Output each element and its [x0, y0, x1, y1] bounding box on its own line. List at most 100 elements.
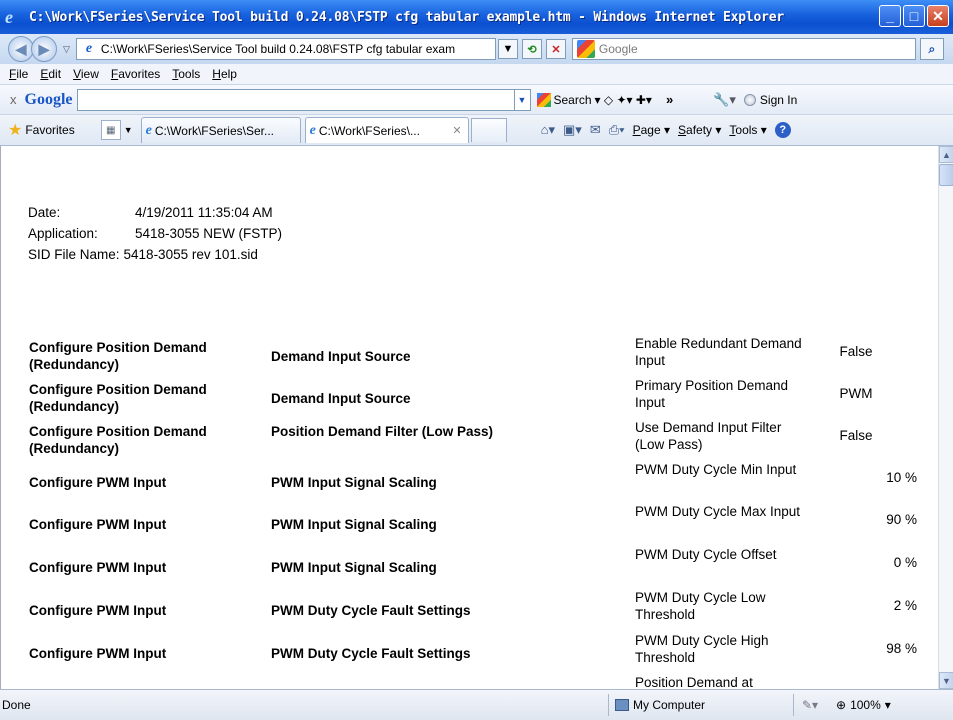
- google-search-input[interactable]: [76, 88, 515, 111]
- group-cell: Configure Position Demand (Redundancy): [29, 340, 207, 372]
- scroll-down-button[interactable]: ▼: [939, 672, 953, 689]
- sign-in-button[interactable]: Sign In: [743, 93, 797, 107]
- param-cell: Use Demand Input Filter (Low Pass): [635, 420, 782, 452]
- menu-file[interactable]: File: [9, 67, 28, 81]
- stop-button[interactable]: ✕: [545, 39, 566, 59]
- group-cell: Configure PWM Input: [29, 559, 167, 575]
- zone-label: My Computer: [633, 698, 706, 712]
- google-toolbar: x Google ▼ Search ▾ ◇ ✦▾ ✚▾ » 🔧▾ Sign In: [0, 85, 953, 115]
- search-placeholder[interactable]: Google: [599, 42, 638, 56]
- favorites-star-icon[interactable]: ★: [8, 120, 22, 140]
- tools-menu[interactable]: Tools ▾: [729, 123, 766, 137]
- table-row: Configure Position Demand (Redundancy) D…: [1, 335, 938, 377]
- address-bar[interactable]: e C:\Work\FSeries\Service Tool build 0.2…: [75, 38, 496, 60]
- address-url[interactable]: C:\Work\FSeries\Service Tool build 0.24.…: [101, 42, 455, 56]
- scroll-up-button[interactable]: ▲: [939, 146, 953, 163]
- application-label: Application:: [28, 226, 98, 241]
- google-toolbar-close[interactable]: x: [10, 92, 17, 107]
- security-zone[interactable]: My Computer: [609, 698, 793, 712]
- table-row: Configure PWM Input PWM Duty Cycle Fault…: [1, 632, 938, 674]
- sid-value: 5418-3055 rev 101.sid: [123, 247, 258, 262]
- param-cell: Primary Position Demand Input: [635, 378, 789, 410]
- menu-tools[interactable]: Tools: [172, 67, 200, 81]
- quick-tabs-button[interactable]: ▦: [100, 120, 121, 140]
- date-value: 4/19/2011 11:35:04 AM: [135, 205, 273, 220]
- date-row: Date: 4/19/2011 11:35:04 AM: [28, 202, 282, 223]
- value-cell: 0 %: [893, 555, 917, 570]
- section-cell: PWM Duty Cycle Fault Settings: [271, 645, 471, 661]
- title-bar: e C:\Work\FSeries\Service Tool build 0.2…: [0, 0, 953, 34]
- value-cell: False: [839, 428, 873, 443]
- google-search-label: Search: [553, 92, 592, 107]
- window-title: C:\Work\FSeries\Service Tool build 0.24.…: [29, 9, 785, 25]
- scroll-thumb[interactable]: [939, 164, 953, 186]
- minimize-button[interactable]: _: [879, 5, 901, 27]
- maximize-button[interactable]: □: [903, 5, 925, 27]
- tab-2-active[interactable]: e C:\Work\FSeries\... ✕: [304, 117, 469, 143]
- safety-menu[interactable]: Safety ▾: [678, 123, 721, 137]
- address-dropdown-button[interactable]: ▼: [497, 39, 518, 59]
- table-row: Configure PWM Input PWM Input Signal Sca…: [1, 503, 938, 546]
- value-cell: False: [839, 344, 873, 359]
- table-row: Configure Position Demand (Redundancy) P…: [1, 419, 938, 461]
- favorites-button[interactable]: Favorites: [25, 123, 74, 137]
- param-cell: PWM Duty Cycle Offset: [635, 547, 777, 562]
- menu-bar: File Edit View Favorites Tools Help: [0, 64, 953, 85]
- tab-close-icon[interactable]: ✕: [452, 124, 461, 137]
- tab-2-label: C:\Work\FSeries\...: [318, 123, 420, 138]
- help-icon[interactable]: ?: [774, 122, 791, 138]
- section-cell: Demand Input Source: [271, 348, 411, 364]
- computer-icon: [615, 699, 629, 711]
- mail-icon[interactable]: ✉: [590, 122, 601, 138]
- google-logo[interactable]: Google: [25, 91, 73, 109]
- param-cell: PWM Duty Cycle High Threshold: [635, 633, 769, 665]
- print-icon[interactable]: ⎙▾: [609, 122, 625, 138]
- page-menu[interactable]: Page ▾: [633, 123, 670, 137]
- tab-1-label: C:\Work\FSeries\Ser...: [154, 123, 274, 138]
- forward-button[interactable]: ▶: [31, 36, 57, 62]
- close-button[interactable]: ✕: [927, 5, 949, 27]
- wrench-icon[interactable]: 🔧▾: [713, 92, 736, 108]
- history-dropdown-icon[interactable]: ▽: [63, 44, 70, 55]
- window-controls: _ □ ✕: [879, 5, 949, 27]
- new-tab-button[interactable]: [470, 118, 507, 142]
- param-cell: Enable Redundant Demand Input: [635, 336, 802, 368]
- page-icon: e: [85, 41, 93, 56]
- ie-logo-icon: e: [5, 7, 13, 27]
- google-search-dropdown[interactable]: ▼: [514, 88, 531, 111]
- menu-help[interactable]: Help: [212, 67, 237, 81]
- value-cell: 98 %: [886, 641, 917, 656]
- tab-list-dropdown[interactable]: ▼: [124, 125, 133, 135]
- menu-edit[interactable]: Edit: [40, 67, 61, 81]
- group-cell: Configure PWM Input: [29, 645, 167, 661]
- menu-favorites[interactable]: Favorites: [111, 67, 160, 81]
- zoom-level: 100%: [850, 698, 881, 712]
- feeds-icon[interactable]: ▣▾: [563, 122, 582, 138]
- search-go-button[interactable]: ⌕: [919, 38, 944, 60]
- home-icon[interactable]: ⌂▾: [541, 122, 555, 138]
- section-cell: PWM Duty Cycle Fault Settings: [271, 602, 471, 618]
- status-text: Done: [2, 698, 31, 712]
- search-box[interactable]: Google: [571, 38, 916, 60]
- table-row: Configure PWM Input PWM Input Signal Sca…: [1, 546, 938, 589]
- value-cell: 10 %: [886, 470, 917, 485]
- google-search-button[interactable]: Search ▾ ◇ ✦▾ ✚▾: [536, 92, 652, 107]
- vertical-scrollbar[interactable]: ▲ ▼: [938, 146, 953, 689]
- google-search-icon: [536, 92, 551, 107]
- toolbar-more-button[interactable]: »: [666, 92, 673, 107]
- group-cell: Configure PWM Input: [29, 474, 167, 490]
- application-row: Application: 5418-3055 NEW (FSTP): [28, 223, 282, 244]
- refresh-button[interactable]: ⟲: [521, 39, 542, 59]
- protected-mode-icon[interactable]: ✎▾: [794, 698, 822, 712]
- status-bar: Done My Computer ✎▾ ⊕ 100% ▾: [0, 689, 953, 720]
- tab-1[interactable]: e C:\Work\FSeries\Ser...: [140, 117, 301, 143]
- menu-view[interactable]: View: [73, 67, 99, 81]
- group-cell: Configure Position Demand (Redundancy): [29, 382, 207, 414]
- zoom-control[interactable]: ⊕ 100% ▾: [822, 698, 891, 712]
- zoom-icon: ⊕: [836, 698, 847, 712]
- group-cell: Configure PWM Input: [29, 602, 167, 618]
- value-cell: PWM: [839, 386, 873, 401]
- value-cell: 2 %: [893, 598, 917, 613]
- command-bar: ⌂▾ ▣▾ ✉ ⎙▾ Page ▾ Safety ▾ Tools ▾ ?: [541, 122, 791, 138]
- report-header: Date: 4/19/2011 11:35:04 AM Application:…: [28, 202, 282, 265]
